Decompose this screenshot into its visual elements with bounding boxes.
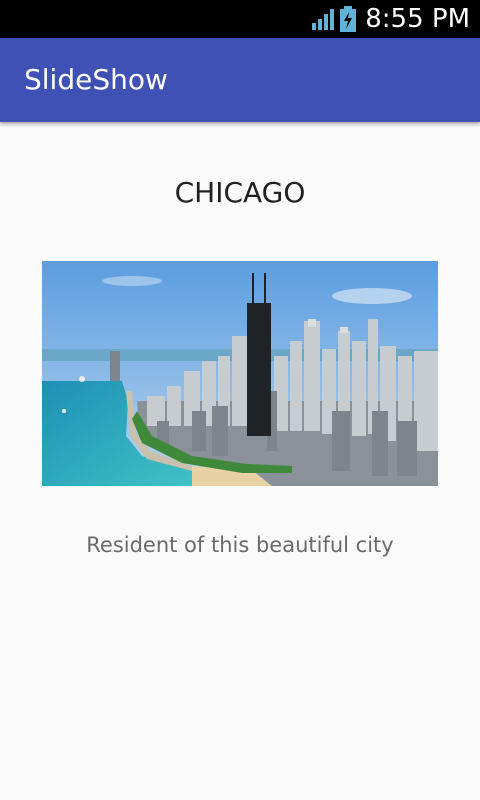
battery-charging-icon <box>340 6 357 32</box>
signal-icon <box>312 9 335 30</box>
app-bar: SlideShow <box>0 38 480 122</box>
status-time: 8:55 PM <box>365 4 470 34</box>
status-bar: 8:55 PM <box>0 0 480 38</box>
slide-title: CHICAGO <box>174 176 306 209</box>
slide-caption: Resident of this beautiful city <box>86 533 394 557</box>
status-icons <box>311 6 357 32</box>
app-title: SlideShow <box>24 63 168 96</box>
city-image <box>42 261 438 486</box>
